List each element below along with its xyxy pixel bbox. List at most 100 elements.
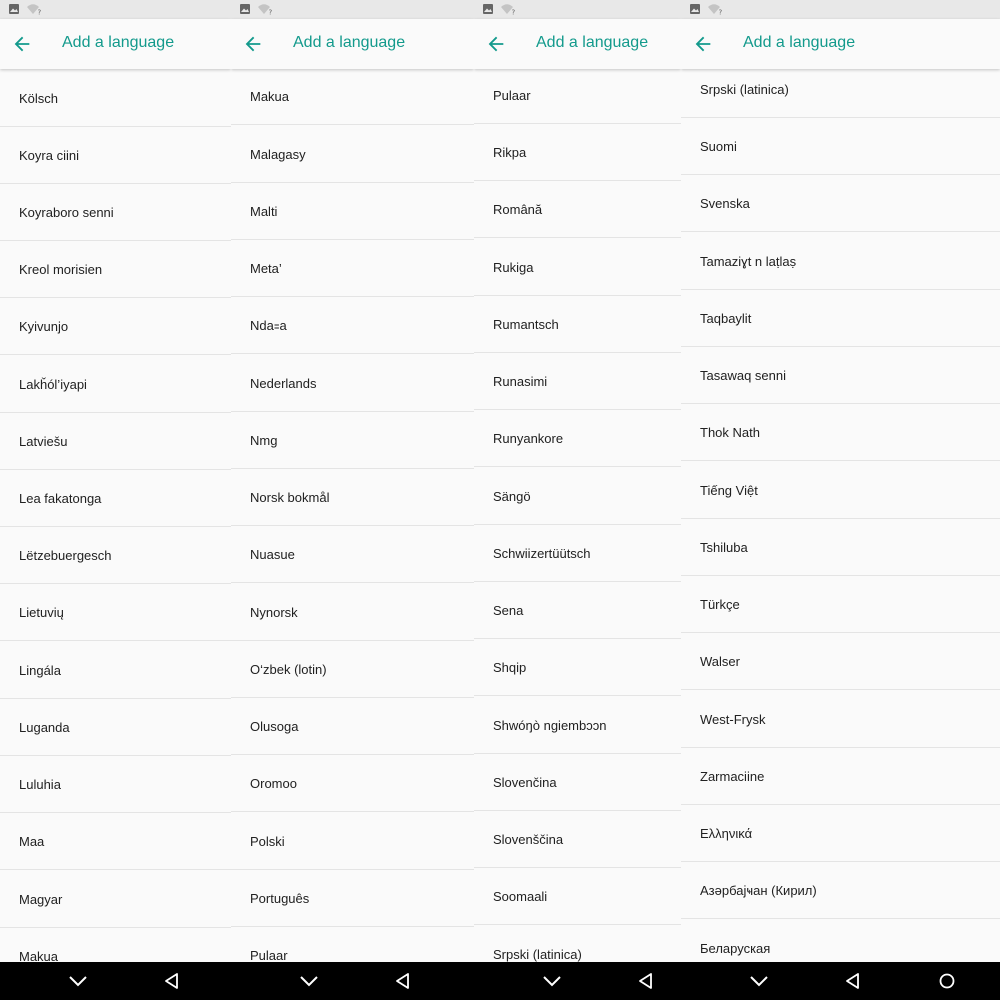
- language-item[interactable]: Tasawaq senni: [681, 348, 1000, 404]
- nav-back-button[interactable]: [635, 971, 657, 991]
- language-item[interactable]: Taqbaylit: [681, 291, 1000, 347]
- language-item[interactable]: Nda꞊a: [231, 298, 474, 354]
- language-item[interactable]: Soomaali: [474, 869, 681, 925]
- image-notification-icon: [690, 4, 700, 14]
- language-item[interactable]: Slovenčina: [474, 755, 681, 811]
- language-item[interactable]: Ελληνικά: [681, 806, 1000, 862]
- language-item[interactable]: Suomi: [681, 119, 1000, 175]
- arrow-left-icon: [14, 36, 30, 52]
- nav-back-button[interactable]: [161, 971, 183, 991]
- language-item[interactable]: Pulaar: [231, 928, 474, 962]
- triangle-back-icon: [846, 973, 859, 989]
- language-item[interactable]: Norsk bokmål: [231, 470, 474, 526]
- language-item[interactable]: O‘zbek (lotin): [231, 642, 474, 698]
- chevron-down-icon: [69, 976, 87, 987]
- language-item[interactable]: Tiếng Việt: [681, 463, 1000, 519]
- wifi-no-internet-icon: ?: [708, 3, 723, 15]
- language-item[interactable]: Koyraboro senni: [0, 185, 231, 241]
- language-item[interactable]: Malagasy: [231, 127, 474, 183]
- image-notification-icon: [483, 4, 493, 14]
- language-item[interactable]: Português: [231, 871, 474, 927]
- language-item[interactable]: Lakȟól’iyapi: [0, 357, 231, 413]
- nav-collapse-button[interactable]: [67, 971, 89, 991]
- nav-home-button[interactable]: [936, 971, 958, 991]
- language-item[interactable]: Runasimi: [474, 354, 681, 410]
- language-item[interactable]: West-Frysk: [681, 692, 1000, 748]
- language-item[interactable]: Meta’: [231, 241, 474, 297]
- language-item[interactable]: Nederlands: [231, 356, 474, 412]
- nav-back-button[interactable]: [842, 971, 864, 991]
- language-item[interactable]: Svenska: [681, 176, 1000, 232]
- back-button[interactable]: [692, 33, 714, 55]
- language-item[interactable]: Shwóŋò ngiembɔɔn: [474, 698, 681, 754]
- nav-back-button[interactable]: [392, 971, 414, 991]
- screen-panel-2: ? Add a language Makua Malagasy Malti Me…: [231, 0, 474, 962]
- svg-text:?: ?: [719, 8, 723, 15]
- language-item[interactable]: Kyivunjo: [0, 299, 231, 355]
- page-title: Add a language: [62, 34, 175, 51]
- language-item[interactable]: Olusoga: [231, 699, 474, 755]
- language-list: Kölsch Koyra ciini Koyraboro senni Kreol…: [0, 69, 231, 962]
- language-list: Makua Malagasy Malti Meta’ Nda꞊a Nederla…: [231, 69, 474, 962]
- status-bar: ?: [0, 0, 231, 19]
- language-item[interactable]: Sena: [474, 583, 681, 639]
- language-item[interactable]: Tshiluba: [681, 520, 1000, 576]
- language-item[interactable]: Koyra ciini: [0, 128, 231, 184]
- language-item[interactable]: Runyankore: [474, 411, 681, 467]
- language-item[interactable]: Rikpa: [474, 125, 681, 181]
- language-item[interactable]: Lingála: [0, 643, 231, 699]
- language-item[interactable]: Nuasue: [231, 527, 474, 583]
- language-item[interactable]: Srpski (latinica): [474, 927, 681, 962]
- language-item[interactable]: Lea fakatonga: [0, 471, 231, 527]
- language-item[interactable]: Schwiizertüütsch: [474, 526, 681, 582]
- language-item[interactable]: Română: [474, 182, 681, 238]
- status-bar: ?: [474, 0, 681, 19]
- nav-collapse-button[interactable]: [298, 971, 320, 991]
- language-item[interactable]: Malti: [231, 184, 474, 240]
- language-item[interactable]: Nmg: [231, 413, 474, 469]
- language-item[interactable]: Sängö: [474, 469, 681, 525]
- language-item[interactable]: Latviešu: [0, 414, 231, 470]
- language-item[interactable]: Rumantsch: [474, 297, 681, 353]
- language-item[interactable]: Kreol morisien: [0, 242, 231, 298]
- language-item[interactable]: Slovenščina: [474, 812, 681, 868]
- page-title: Add a language: [743, 34, 856, 51]
- back-button[interactable]: [11, 33, 33, 55]
- screen-panel-1: ? Add a language Kölsch Koyra ciini Koyr…: [0, 0, 231, 962]
- language-item[interactable]: Nynorsk: [231, 585, 474, 641]
- language-item[interactable]: Беларуская: [681, 921, 1000, 962]
- language-item[interactable]: Pulaar: [474, 69, 681, 124]
- nav-collapse-button[interactable]: [541, 971, 563, 991]
- language-item[interactable]: Rukiga: [474, 240, 681, 296]
- language-item[interactable]: Luluhia: [0, 757, 231, 813]
- svg-text:?: ?: [38, 8, 42, 15]
- language-item[interactable]: Kölsch: [0, 71, 231, 127]
- language-item[interactable]: Walser: [681, 634, 1000, 690]
- language-list: Pulaar Rikpa Română Rukiga Rumantsch Run…: [474, 69, 681, 962]
- language-item[interactable]: Makua: [0, 929, 231, 962]
- language-item[interactable]: Shqip: [474, 640, 681, 696]
- language-item[interactable]: Polski: [231, 814, 474, 870]
- nav-collapse-button[interactable]: [748, 971, 770, 991]
- language-item[interactable]: Zarmaciine: [681, 749, 1000, 805]
- screen-panel-3: ? Add a language Pulaar Rikpa Română Ruk…: [474, 0, 681, 962]
- language-item[interactable]: Luganda: [0, 700, 231, 756]
- language-item[interactable]: Türkçe: [681, 577, 1000, 633]
- language-item[interactable]: Lietuvių: [0, 585, 231, 641]
- app-bar: Add a language: [231, 19, 474, 69]
- language-item[interactable]: Magyar: [0, 872, 231, 928]
- language-item[interactable]: Maa: [0, 814, 231, 870]
- back-button[interactable]: [485, 33, 507, 55]
- triangle-back-icon: [639, 973, 652, 989]
- language-item[interactable]: Srpski (latinica): [681, 69, 1000, 118]
- language-item[interactable]: Азәрбајҹан (Кирил): [681, 863, 1000, 919]
- wifi-no-internet-icon: ?: [27, 3, 42, 15]
- wifi-no-internet-icon: ?: [501, 3, 516, 15]
- language-item[interactable]: Thok Nath: [681, 405, 1000, 461]
- back-button[interactable]: [242, 33, 264, 55]
- language-item[interactable]: Oromoo: [231, 756, 474, 812]
- language-item[interactable]: Makua: [231, 69, 474, 125]
- language-item[interactable]: Lëtzebuergesch: [0, 528, 231, 584]
- language-list: Srpski (latinica) Suomi Svenska Tamaziɣt…: [681, 69, 1000, 962]
- language-item[interactable]: Tamaziɣt n laṭlaṣ: [681, 234, 1000, 290]
